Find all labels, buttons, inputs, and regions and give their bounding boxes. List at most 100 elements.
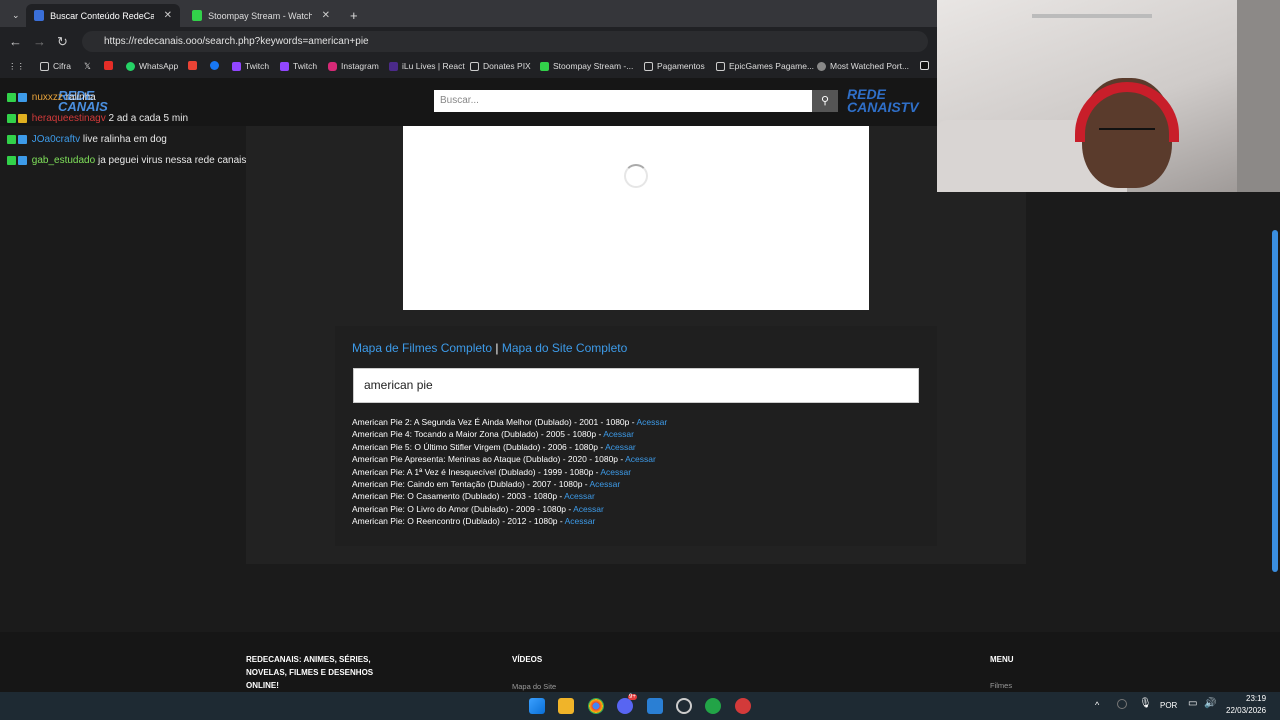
bookmark-label: Twitch	[245, 61, 270, 71]
bookmark-label: Cifra	[53, 61, 71, 71]
result-title: American Pie 5: O Último Stifler Virgem …	[352, 441, 606, 452]
bookmark-label: Stoompay Stream -...	[553, 61, 634, 71]
bookmark-most-watched[interactable]: Most Watched Port...	[817, 61, 909, 71]
access-link[interactable]: Acessar	[573, 504, 604, 514]
chat-username: JOa0craftv	[31, 134, 81, 145]
keyword-input[interactable]: american pie	[353, 368, 919, 403]
list-item: American Pie 4: Tocando a Maior Zona (Du…	[352, 428, 667, 440]
windows-start-icon[interactable]	[529, 698, 545, 714]
list-item: American Pie 2: A Segunda Vez É Ainda Me…	[352, 416, 667, 428]
facebook-bookmark-icon[interactable]	[210, 61, 223, 70]
tiktok-bookmark-icon[interactable]	[920, 61, 933, 70]
tray-app-icon[interactable]	[1117, 699, 1127, 709]
chat-username: nuxxzz	[31, 92, 63, 103]
footer-menu-title: MENU	[990, 655, 1014, 664]
list-item: American Pie: O Reencontro (Dublado) - 2…	[352, 515, 667, 527]
kick-badge-icon	[7, 92, 16, 102]
bookmark-ilu-lives[interactable]: iLu Lives | React	[389, 61, 465, 71]
twitch-icon	[280, 61, 289, 71]
access-link[interactable]: Acessar	[564, 491, 595, 501]
clock-time[interactable]: 23:19	[1246, 694, 1266, 703]
scrollbar-thumb[interactable]	[1272, 230, 1278, 572]
site-logo-tv[interactable]: REDE CANAISTV	[847, 87, 937, 116]
close-tab-icon[interactable]: ✕	[322, 10, 330, 21]
bookmark-pagamentos[interactable]: Pagamentos	[644, 61, 705, 71]
file-explorer-icon[interactable]	[558, 698, 574, 714]
tab-title: Stoompay Stream - Watch Live	[208, 10, 312, 21]
back-arrow-icon[interactable]: ←	[9, 34, 22, 49]
list-item: American Pie: O Livro do Amor (Dublado) …	[352, 503, 667, 515]
access-link[interactable]: Acessar	[590, 479, 621, 489]
chat-message: nuxxzz ralinha	[7, 92, 96, 103]
list-item: American Pie: O Casamento (Dublado) - 20…	[352, 490, 667, 502]
access-link[interactable]: Acessar	[605, 442, 636, 452]
bookmark-stoompay[interactable]: Stoompay Stream -...	[540, 61, 633, 71]
gmail-bookmark-icon[interactable]	[188, 61, 201, 70]
access-link[interactable]: Acessar	[625, 454, 656, 464]
language-indicator[interactable]: POR	[1160, 701, 1177, 710]
footer-site-map-link[interactable]: Mapa do Site	[512, 682, 556, 691]
access-link[interactable]: Acessar	[600, 467, 631, 477]
new-tab-button[interactable]: +	[342, 4, 366, 27]
footer-films-link[interactable]: Filmes	[990, 681, 1012, 690]
url-field[interactable]: https://redecanais.ooo/search.php?keywor…	[82, 31, 928, 52]
site-footer	[0, 632, 1280, 692]
bookmark-cifra[interactable]: Cifra	[40, 61, 71, 71]
discord-notification-badge: 9+	[628, 694, 637, 700]
twitch-icon	[232, 61, 241, 71]
result-title: American Pie: O Casamento (Dublado) - 20…	[352, 491, 565, 502]
list-item: American Pie: A 1ª Vez é Inesquecível (D…	[352, 466, 667, 478]
chevron-up-icon[interactable]: ^	[1095, 700, 1099, 710]
apps-grid-icon[interactable]: ⋮⋮	[8, 61, 25, 72]
discord-icon[interactable]	[617, 698, 633, 714]
bookmark-twitch-1[interactable]: Twitch	[232, 61, 269, 71]
xbox-icon[interactable]	[705, 698, 721, 714]
video-player[interactable]	[403, 126, 869, 310]
tab-title: Buscar Conteúdo RedeCanais: a	[50, 10, 154, 21]
access-link[interactable]: Acessar	[603, 429, 634, 439]
chat-username: heraqueestinagv	[31, 113, 106, 124]
network-icon[interactable]: ▭	[1188, 698, 1197, 709]
address-bar-row: ← → ↻ https://redecanais.ooo/search.php?…	[0, 27, 937, 56]
chrome-icon[interactable]	[588, 698, 604, 714]
chat-text: 2 ad a cada 5 min	[108, 113, 189, 124]
chat-message: JOa0craftv live ralinha em dog	[7, 134, 167, 145]
result-title: American Pie: O Reencontro (Dublado) - 2…	[352, 516, 565, 527]
tab-redecanais[interactable]: Buscar Conteúdo RedeCanais: a ✕	[26, 4, 180, 27]
chat-text: ralinha	[65, 92, 96, 103]
films-map-link[interactable]: Mapa de Filmes Completo	[352, 341, 492, 355]
chat-message: heraqueestinagv 2 ad a cada 5 min	[7, 113, 188, 124]
youtube-bookmark-icon[interactable]	[104, 61, 117, 70]
site-search-input[interactable]: Buscar...	[434, 90, 812, 112]
bookmark-label: Pagamentos	[657, 61, 705, 71]
kick-badge-icon	[7, 134, 16, 144]
access-link[interactable]: Acessar	[636, 417, 667, 427]
bookmark-instagram[interactable]: Instagram	[328, 61, 379, 71]
bookmark-label: WhatsApp	[139, 61, 179, 71]
bookmark-epicgames[interactable]: EpicGames Pagame...	[716, 61, 814, 71]
search-icon[interactable]: ⚲	[812, 90, 838, 112]
gift-badge-icon	[18, 113, 27, 123]
result-title: American Pie: A 1ª Vez é Inesquecível (D…	[352, 466, 601, 477]
clock-date[interactable]: 22/03/2026	[1226, 706, 1266, 715]
x-bookmark-icon[interactable]: 𝕏	[84, 61, 91, 72]
bookmark-label: Twitch	[293, 61, 318, 71]
microphone-icon[interactable]: 🎙	[1139, 698, 1152, 709]
bookmark-twitch-2[interactable]: Twitch	[280, 61, 317, 71]
tab-list-button[interactable]: ⌄	[4, 4, 24, 27]
site-map-link[interactable]: Mapa do Site Completo	[502, 341, 627, 355]
app-icon[interactable]	[647, 698, 663, 714]
bookmark-donates-pix[interactable]: Donates PIX	[470, 61, 531, 71]
bookmark-whatsapp[interactable]: WhatsApp	[126, 61, 178, 71]
forward-arrow-icon[interactable]: →	[33, 34, 46, 49]
footer-about: REDECANAIS: ANIMES, SÉRIES, NOVELAS, FIL…	[246, 655, 374, 690]
obs-icon[interactable]	[676, 698, 692, 714]
app-icon[interactable]	[735, 698, 751, 714]
close-tab-icon[interactable]: ✕	[164, 10, 172, 21]
tab-stoompay[interactable]: Stoompay Stream - Watch Live ✕	[184, 4, 338, 27]
reload-icon[interactable]: ↻	[57, 34, 68, 50]
volume-icon[interactable]: 🔊	[1204, 698, 1216, 709]
bookmark-label: iLu Lives | React	[402, 61, 465, 71]
access-link[interactable]: Acessar	[565, 516, 596, 526]
bookmarks-bar: ⋮⋮ Cifra 𝕏 WhatsApp Twitch Twitch Instag…	[0, 56, 937, 78]
